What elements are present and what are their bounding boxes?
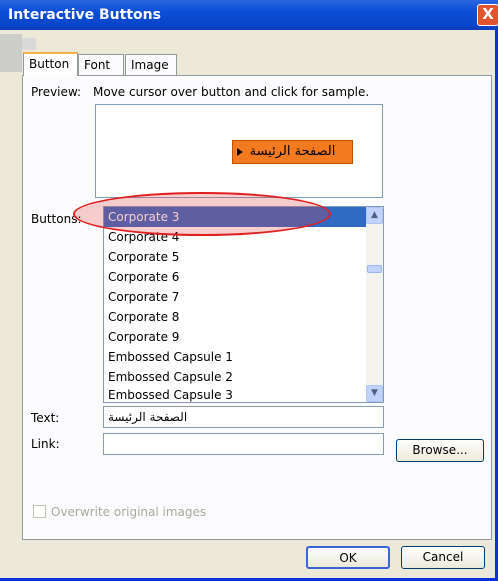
arrow-icon (237, 148, 243, 156)
list-item[interactable]: Embossed Capsule 1 (104, 347, 366, 367)
preview-hint: Move cursor over button and click for sa… (93, 85, 370, 99)
highlight-ellipse (73, 192, 331, 236)
scroll-thumb[interactable] (367, 265, 382, 273)
list-item[interactable]: Corporate 7 (104, 287, 366, 307)
background-artifact (0, 34, 22, 72)
tab-button[interactable]: Button (23, 52, 78, 76)
scroll-up-icon[interactable]: ▲ (366, 207, 383, 224)
cancel-button[interactable]: Cancel (401, 546, 485, 569)
dialog-window: Interactive Buttons X Button Font Image … (0, 0, 498, 581)
tab-font[interactable]: Font (78, 54, 124, 75)
close-button[interactable]: X (477, 4, 498, 26)
list-item[interactable]: Embossed Capsule 2 (104, 367, 366, 387)
listbox-scrollbar[interactable]: ▲ ▼ (366, 207, 383, 402)
link-input[interactable] (103, 433, 384, 455)
list-item[interactable]: Corporate 9 (104, 327, 366, 347)
scroll-down-icon[interactable]: ▼ (366, 385, 383, 402)
background-artifact-small (22, 38, 36, 50)
link-field-label: Link: (31, 437, 60, 451)
sample-button-label: الصفحة الرئيسة (249, 144, 336, 159)
preview-area[interactable]: الصفحة الرئيسة (95, 104, 383, 198)
list-item[interactable]: Embossed Capsule 3 (104, 385, 366, 405)
ok-button[interactable]: OK (306, 546, 390, 569)
preview-label: Preview: (31, 85, 82, 99)
title-bar[interactable]: Interactive Buttons X (0, 0, 498, 30)
buttons-listbox[interactable]: Corporate 3 Corporate 4 Corporate 5 Corp… (103, 206, 384, 403)
text-input[interactable]: الصفحة الرئيسة (103, 406, 384, 428)
text-field-label: Text: (31, 411, 60, 425)
browse-button[interactable]: Browse... (396, 439, 484, 462)
text-input-value: الصفحة الرئيسة (108, 410, 188, 424)
tab-image[interactable]: Image (125, 54, 177, 75)
list-item[interactable]: Corporate 8 (104, 307, 366, 327)
overwrite-checkbox[interactable] (33, 505, 46, 518)
sample-button[interactable]: الصفحة الرئيسة (232, 140, 353, 164)
window-title: Interactive Buttons (8, 7, 161, 23)
list-item[interactable]: Corporate 6 (104, 267, 366, 287)
overwrite-label: Overwrite original images (51, 505, 207, 519)
list-item[interactable]: Corporate 5 (104, 247, 366, 267)
